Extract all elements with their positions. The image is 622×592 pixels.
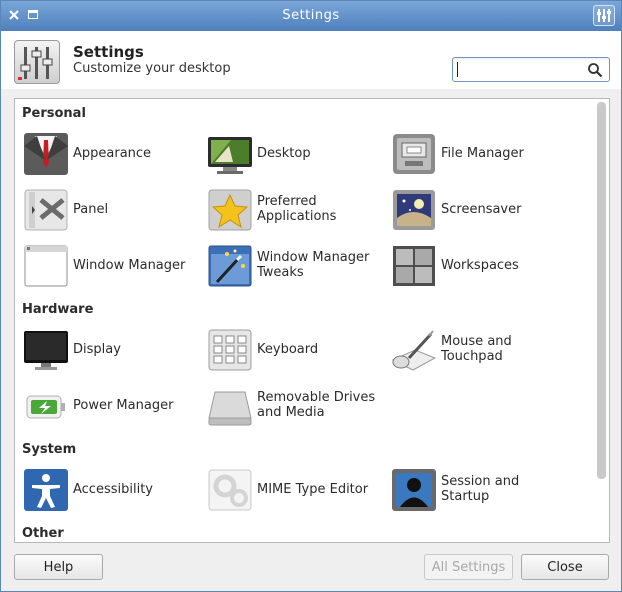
window-title: Settings [282, 8, 340, 23]
title-bar: Settings [1, 1, 621, 31]
item-label: Power Manager [73, 397, 174, 413]
item-label: Removable Drives and Media [257, 390, 376, 420]
keyboard-icon [208, 329, 252, 371]
all-settings-button[interactable]: All Settings [424, 554, 513, 580]
page-title: Settings [73, 43, 144, 61]
item-preferred-applications[interactable]: Preferred Applications [207, 185, 387, 233]
workspaces-icon [393, 246, 435, 286]
item-label: Appearance [73, 145, 152, 161]
session-icon [392, 469, 436, 511]
close-button[interactable]: Close [521, 554, 609, 580]
item-window-manager[interactable]: Window Manager [23, 241, 203, 289]
item-label: MIME Type Editor [257, 481, 369, 497]
page-subtitle: Customize your desktop [73, 61, 231, 76]
item-label: Mouse and Touchpad [441, 334, 512, 364]
file-manager-icon [393, 134, 435, 174]
scrollbar-thumb[interactable] [597, 102, 606, 479]
window-menu-button[interactable] [593, 5, 615, 26]
window-menu-icon [597, 9, 611, 22]
settings-window: Settings Settings Customize your desktop [0, 0, 622, 592]
star-icon [208, 189, 252, 231]
item-label: Desktop [257, 145, 311, 161]
item-label: Workspaces [441, 257, 519, 273]
item-label: Panel [73, 201, 109, 217]
mouse-icon [391, 330, 437, 371]
item-mime-type-editor[interactable]: MIME Type Editor [207, 465, 387, 513]
item-panel[interactable]: Panel [23, 185, 203, 233]
window-icon [24, 245, 68, 287]
item-file-manager[interactable]: File Manager [391, 129, 571, 177]
item-label: Keyboard [257, 341, 319, 357]
section-other: Other [22, 526, 64, 541]
desktop-icon [208, 137, 252, 174]
item-desktop[interactable]: Desktop [207, 129, 387, 177]
monitor-icon [24, 331, 68, 370]
panel-icon [24, 189, 68, 231]
item-window-manager-tweaks[interactable]: Window Manager Tweaks [207, 241, 387, 289]
settings-sliders-icon [14, 40, 60, 84]
item-keyboard[interactable]: Keyboard [207, 325, 387, 373]
item-label: Display [73, 341, 121, 357]
item-display[interactable]: Display [23, 325, 203, 373]
item-workspaces[interactable]: Workspaces [391, 241, 571, 289]
header: Settings Customize your desktop [1, 31, 621, 89]
screensaver-icon [393, 190, 435, 230]
section-personal: Personal [22, 106, 86, 121]
item-label: Window Manager Tweaks [257, 250, 370, 280]
item-appearance[interactable]: Appearance [23, 129, 203, 177]
item-label: Screensaver [441, 201, 522, 217]
help-button[interactable]: Help [14, 554, 103, 580]
item-removable-drives[interactable]: Removable Drives and Media [207, 381, 387, 429]
battery-icon [26, 395, 65, 419]
settings-list: Personal Appearance Desktop File Manager… [14, 98, 610, 543]
appearance-icon [24, 133, 68, 175]
accessibility-icon [24, 469, 68, 511]
item-mouse-and-touchpad[interactable]: Mouse and Touchpad [391, 325, 571, 373]
section-hardware: Hardware [22, 302, 94, 317]
item-label: Preferred Applications [257, 194, 337, 224]
item-power-manager[interactable]: Power Manager [23, 381, 203, 429]
item-accessibility[interactable]: Accessibility [23, 465, 203, 513]
magic-wand-icon [208, 245, 252, 287]
text-cursor [457, 62, 458, 77]
drive-icon [208, 391, 252, 426]
gears-icon [208, 469, 252, 511]
section-system: System [22, 442, 77, 457]
item-label: Accessibility [73, 481, 153, 497]
item-label: Session and Startup [441, 474, 520, 504]
item-label: Window Manager [73, 257, 186, 273]
item-label: File Manager [441, 145, 524, 161]
item-screensaver[interactable]: Screensaver [391, 185, 571, 233]
item-session-and-startup[interactable]: Session and Startup [391, 465, 571, 513]
search-icon[interactable] [587, 62, 603, 78]
search-input[interactable] [452, 57, 610, 82]
